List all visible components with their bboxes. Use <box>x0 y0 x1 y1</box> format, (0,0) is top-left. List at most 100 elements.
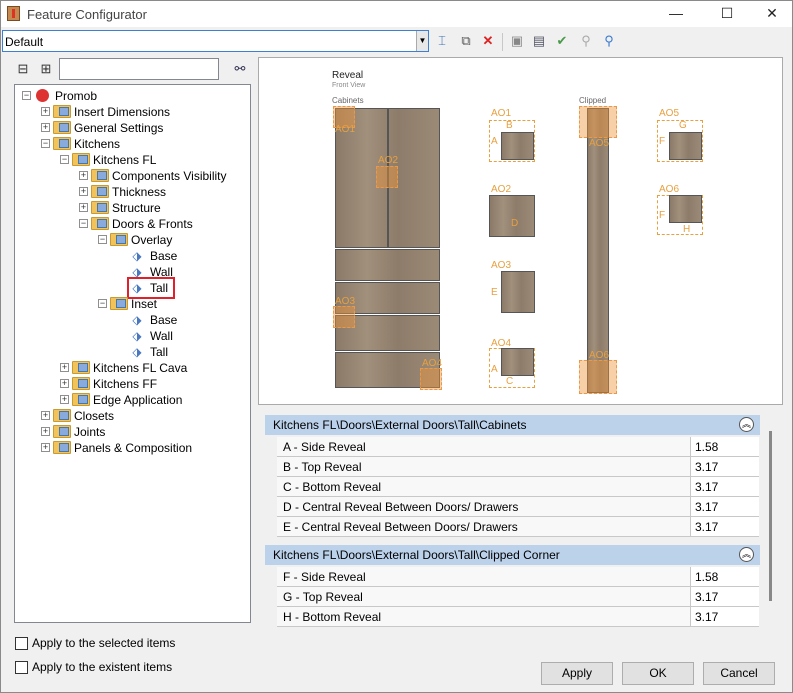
rename-icon[interactable]: ⌶ <box>433 32 451 50</box>
detail-ao2-doors <box>489 195 535 237</box>
property-value-input[interactable]: 1.58 <box>690 567 759 586</box>
detail-ao2-label: AO2 <box>491 184 512 195</box>
expand-icon[interactable]: + <box>41 443 50 452</box>
collapse-section-icon[interactable]: ︽ <box>739 547 754 562</box>
property-section-header[interactable]: Kitchens FL\Doors\External Doors\Tall\Cl… <box>265 545 760 565</box>
property-value-input[interactable]: 3.17 <box>690 477 759 496</box>
expand-icon[interactable]: + <box>41 427 50 436</box>
tree-item-label: Tall <box>150 345 169 359</box>
expand-icon[interactable]: + <box>41 411 50 420</box>
property-label: B - Top Reveal <box>283 460 362 474</box>
expand-icon[interactable]: + <box>79 187 88 196</box>
expand-icon[interactable]: + <box>41 123 50 132</box>
property-value-input[interactable]: 3.17 <box>690 497 759 516</box>
property-row: G - Top Reveal 3.17 <box>277 587 759 607</box>
detail-letter-c: C <box>506 376 514 387</box>
folder-icon <box>53 409 71 422</box>
collapse-tree-icon[interactable]: ⊟ <box>14 60 32 78</box>
expand-tree-icon[interactable]: ⊞ <box>37 60 55 78</box>
folder-icon <box>72 393 90 406</box>
export-icon[interactable]: ▤ <box>530 32 548 50</box>
detail-ao5-door <box>669 132 702 160</box>
tree-search-input[interactable] <box>59 58 219 80</box>
properties-scrollbar[interactable] <box>769 431 772 601</box>
collapse-icon[interactable]: − <box>98 299 107 308</box>
property-value-input[interactable]: 3.17 <box>690 607 759 626</box>
folder-icon <box>72 361 90 374</box>
collapse-section-icon[interactable]: ︽ <box>739 417 754 432</box>
apply-button[interactable]: Apply <box>541 662 613 685</box>
detail-ao5-label: AO5 <box>659 108 680 119</box>
tag-icon: ⬗ <box>132 313 142 327</box>
expand-icon[interactable]: + <box>79 171 88 180</box>
detail-letter-e: E <box>491 287 498 298</box>
property-row: D - Central Reveal Between Doors/ Drawer… <box>277 497 759 517</box>
wand-icon[interactable]: ⚲ <box>600 32 618 50</box>
property-value-input[interactable]: 3.17 <box>690 517 759 536</box>
chevron-down-icon[interactable]: ▼ <box>416 31 428 51</box>
expand-icon[interactable]: + <box>60 363 69 372</box>
detail-ao1-label: AO1 <box>491 108 512 119</box>
binoculars-icon[interactable]: ⚯ <box>231 60 249 78</box>
tree-item-label: Kitchens FL <box>93 153 157 167</box>
collapse-icon[interactable]: − <box>79 219 88 228</box>
preview-title: Reveal <box>332 70 364 81</box>
tag-icon: ⬗ <box>132 345 142 359</box>
collapse-icon[interactable]: − <box>22 91 31 100</box>
tree-item-label: Thickness <box>112 185 167 199</box>
profile-combobox[interactable]: Default ▼ <box>2 30 429 52</box>
maximize-button[interactable]: ☐ <box>704 1 750 27</box>
detail-letter-b: B <box>506 120 513 131</box>
tree-item-label: Insert Dimensions <box>74 105 171 119</box>
property-label: C - Bottom Reveal <box>283 480 382 494</box>
property-section-header[interactable]: Kitchens FL\Doors\External Doors\Tall\Ca… <box>265 415 760 435</box>
tree-item-label: Joints <box>74 425 106 439</box>
tree-item-label: Kitchens <box>74 137 121 151</box>
expand-icon[interactable]: + <box>41 107 50 116</box>
property-value-input[interactable]: 1.58 <box>690 437 759 456</box>
folder-icon <box>72 153 90 166</box>
detail-ao1-door <box>501 132 534 160</box>
detail-ao3-drawers <box>501 271 535 313</box>
save-icon[interactable]: ▣ <box>508 32 526 50</box>
tree-item-label: Overlay <box>131 233 173 247</box>
property-row: H - Bottom Reveal 3.17 <box>277 607 759 627</box>
tree-item-label: Base <box>150 249 178 263</box>
property-value-input[interactable]: 3.17 <box>690 587 759 606</box>
close-button[interactable]: ✕ <box>749 1 793 27</box>
tree-item-label: Wall <box>150 329 173 343</box>
expand-icon[interactable]: + <box>60 395 69 404</box>
ao3-highlight <box>333 306 355 328</box>
collapse-icon[interactable]: − <box>60 155 69 164</box>
folder-icon <box>53 441 71 454</box>
folder-icon <box>72 377 90 390</box>
detail-ao4-door <box>501 348 534 376</box>
toolbar-separator <box>502 33 503 51</box>
folder-icon <box>53 105 71 118</box>
wand-disabled-icon[interactable]: ⚲ <box>577 32 595 50</box>
property-value-input[interactable]: 3.17 <box>690 457 759 476</box>
delete-icon[interactable]: ✕ <box>479 32 497 50</box>
apply-selected-label: Apply to the selected items <box>32 636 176 650</box>
title-bar: Feature Configurator — ☐ ✕ <box>1 1 792 27</box>
settings-check-icon[interactable]: ✔ <box>553 32 571 50</box>
tree-item-label: Components Visibility <box>112 169 227 183</box>
tree-item-label: Closets <box>74 409 115 423</box>
apply-selected-checkbox[interactable] <box>15 637 28 650</box>
minimize-button[interactable]: — <box>653 1 699 27</box>
ok-button[interactable]: OK <box>622 662 694 685</box>
clipped-label: Clipped <box>579 96 607 105</box>
apply-existent-checkbox[interactable] <box>15 661 28 674</box>
ao1-label: AO1 <box>335 124 356 135</box>
collapse-icon[interactable]: − <box>41 139 50 148</box>
ao6-marker-label: AO6 <box>589 350 610 361</box>
tree-item-label: Base <box>150 313 178 327</box>
expand-icon[interactable]: + <box>60 379 69 388</box>
ao4-highlight <box>420 368 442 390</box>
expand-icon[interactable]: + <box>79 203 88 212</box>
copy-profile-icon[interactable]: ⧉ <box>457 32 475 50</box>
detail-letter-d: D <box>511 218 519 229</box>
reveal-preview: Reveal Front View Cabinets Clipped AO1 A… <box>258 57 783 405</box>
collapse-icon[interactable]: − <box>98 235 107 244</box>
cancel-button[interactable]: Cancel <box>703 662 775 685</box>
